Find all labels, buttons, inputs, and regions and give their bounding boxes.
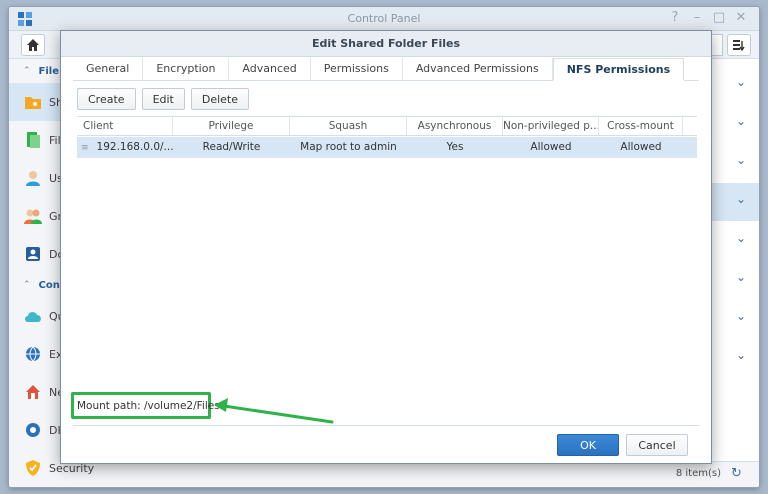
sort-icon bbox=[733, 40, 745, 52]
dialog-tabs: General Encryption Advanced Permissions … bbox=[73, 55, 699, 81]
dialog-title: Edit Shared Folder Files bbox=[61, 31, 711, 57]
delete-button[interactable]: Delete bbox=[190, 88, 250, 110]
dialog-divider bbox=[73, 425, 699, 426]
user-icon bbox=[23, 168, 43, 188]
chevron-up-icon: ⌃ bbox=[23, 280, 31, 290]
cell-asynchronous: Yes bbox=[446, 141, 464, 153]
external-access-icon bbox=[23, 344, 43, 364]
sidebar-section-label: Con bbox=[38, 279, 60, 291]
maximize-icon[interactable]: □ bbox=[711, 10, 727, 25]
help-icon[interactable]: ? bbox=[667, 10, 683, 25]
chevron-up-icon: ⌃ bbox=[23, 66, 31, 76]
group-icon bbox=[23, 206, 43, 226]
column-header-squash[interactable]: Squash bbox=[290, 117, 407, 135]
edit-shared-folder-dialog: Edit Shared Folder Files General Encrypt… bbox=[60, 30, 712, 464]
cell-privilege: Read/Write bbox=[202, 141, 261, 153]
annotation-arrow-icon bbox=[214, 398, 334, 424]
create-button[interactable]: Create bbox=[77, 88, 136, 110]
tab-nfs-permissions[interactable]: NFS Permissions bbox=[552, 58, 685, 81]
ok-button[interactable]: OK bbox=[557, 434, 619, 456]
column-header-non-privileged-port[interactable]: Non-privileged p... bbox=[503, 117, 599, 135]
home-button[interactable] bbox=[21, 34, 45, 56]
file-services-icon bbox=[23, 130, 43, 150]
tab-advanced[interactable]: Advanced bbox=[229, 58, 311, 80]
chevron-down-icon[interactable]: ⌄ bbox=[733, 153, 749, 169]
security-shield-icon bbox=[23, 458, 43, 478]
cell-cross-mount: Allowed bbox=[620, 141, 662, 153]
shared-folder-icon bbox=[23, 92, 43, 112]
chevron-down-icon[interactable]: ⌄ bbox=[733, 309, 749, 325]
column-header-privilege[interactable]: Privilege bbox=[173, 117, 290, 135]
chevron-down-icon[interactable]: ⌄ bbox=[733, 348, 749, 364]
domain-icon bbox=[23, 244, 43, 264]
control-panel-footer: 8 item(s) ↻ bbox=[199, 461, 759, 487]
edit-button[interactable]: Edit bbox=[141, 88, 185, 110]
drag-handle-icon[interactable]: ≡ bbox=[81, 143, 89, 153]
dhcp-icon bbox=[23, 420, 43, 440]
column-header-cross-mount[interactable]: Cross-mount bbox=[599, 117, 683, 135]
chevron-down-icon[interactable]: ⌄ bbox=[733, 270, 749, 286]
sidebar-section-label: File bbox=[38, 65, 60, 77]
control-panel-titlebar: Control Panel ? – □ ✕ bbox=[9, 7, 759, 31]
sidebar-item-label: Fil bbox=[49, 133, 61, 147]
cell-non-privileged-port: Allowed bbox=[530, 141, 572, 153]
column-header-client[interactable]: Client bbox=[77, 117, 173, 135]
close-icon[interactable]: ✕ bbox=[733, 10, 749, 25]
table-row[interactable]: ≡ 192.168.0.0/... Read/Write Map root to … bbox=[77, 137, 697, 158]
chevron-down-icon[interactable]: ⌄ bbox=[733, 114, 749, 130]
items-count: 8 item(s) bbox=[675, 468, 721, 479]
tab-advanced-permissions[interactable]: Advanced Permissions bbox=[403, 58, 553, 80]
sort-button[interactable] bbox=[727, 34, 751, 56]
tab-permissions[interactable]: Permissions bbox=[311, 58, 403, 80]
tab-encryption[interactable]: Encryption bbox=[143, 58, 230, 80]
table-header: Client Privilege Squash Asynchronous Non… bbox=[77, 117, 697, 136]
quickconnect-icon bbox=[23, 306, 43, 326]
minimize-icon[interactable]: – bbox=[689, 10, 705, 25]
chevron-down-icon[interactable]: ⌄ bbox=[733, 231, 749, 247]
chevron-down-icon[interactable]: ⌄ bbox=[733, 75, 749, 91]
refresh-icon[interactable]: ↻ bbox=[731, 466, 747, 482]
home-icon bbox=[27, 39, 39, 51]
cell-client: ≡ 192.168.0.0/... bbox=[77, 137, 173, 158]
cancel-button[interactable]: Cancel bbox=[626, 434, 688, 456]
mount-path-label: Mount path: /volume2/Files bbox=[77, 400, 220, 412]
column-header-asynchronous[interactable]: Asynchronous bbox=[407, 117, 503, 135]
tab-general[interactable]: General bbox=[73, 58, 144, 80]
nfs-action-toolbar: Create Edit Delete bbox=[77, 88, 250, 110]
chevron-down-icon[interactable]: ⌄ bbox=[733, 192, 749, 208]
network-icon bbox=[23, 382, 43, 402]
cell-client-text: 192.168.0.0/... bbox=[96, 141, 173, 153]
cell-squash: Map root to admin bbox=[300, 141, 397, 153]
nfs-rules-table: Client Privilege Squash Asynchronous Non… bbox=[77, 116, 697, 396]
control-panel-title: Control Panel bbox=[347, 12, 421, 25]
